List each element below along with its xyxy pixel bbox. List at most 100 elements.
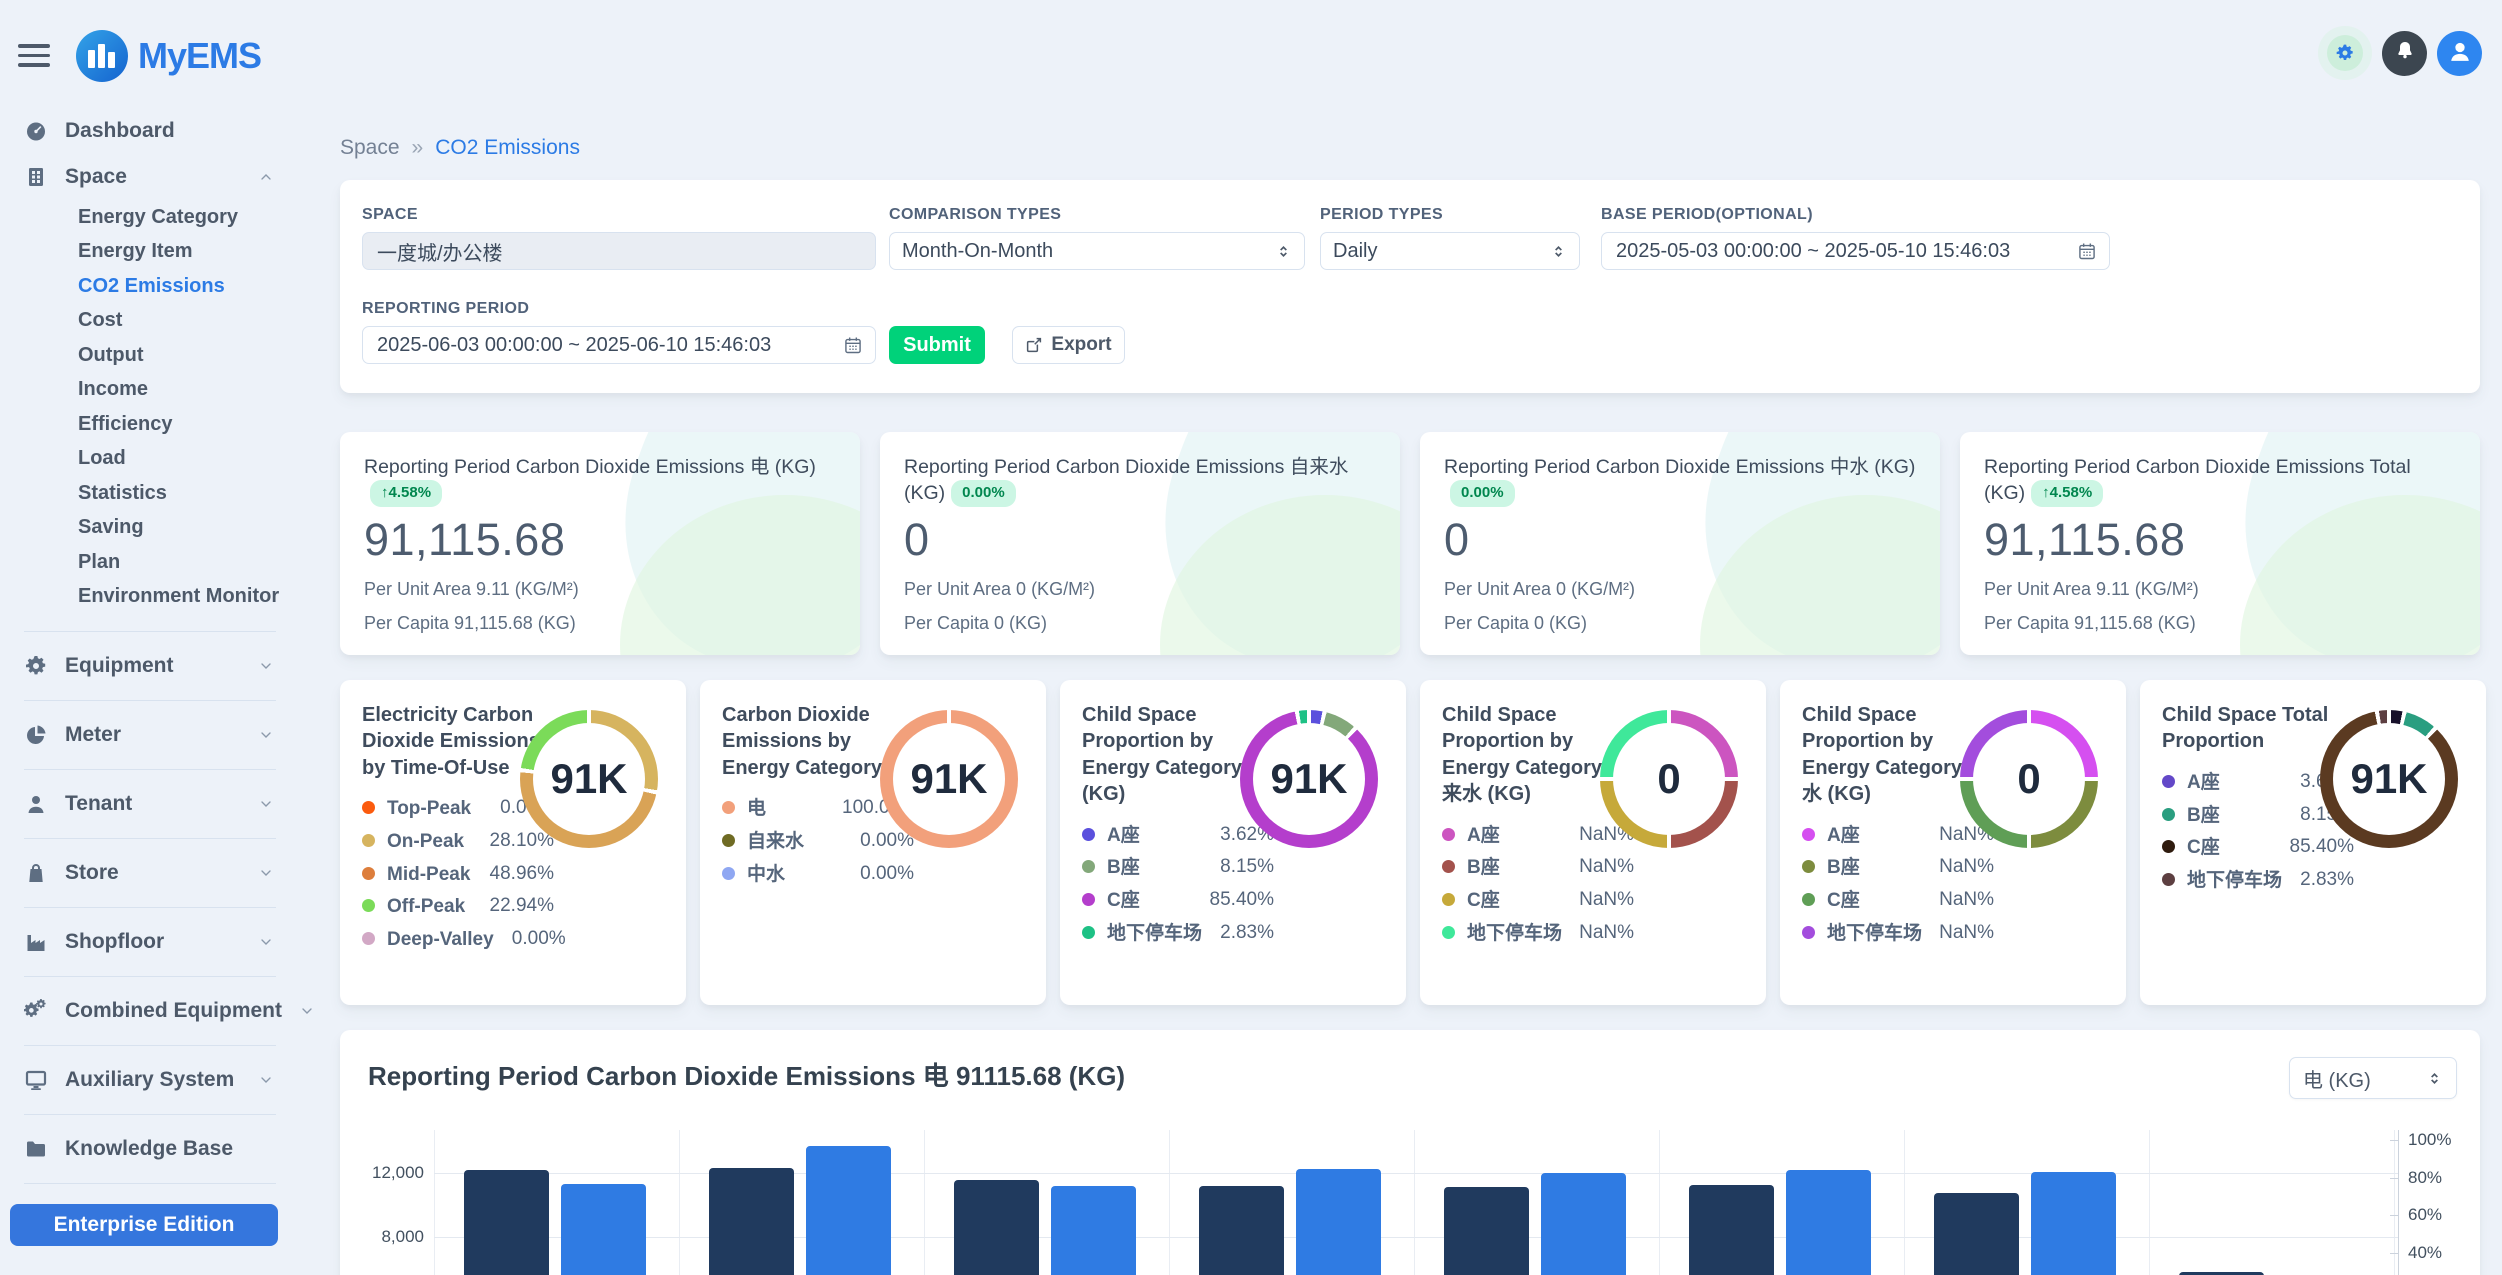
legend-color-dot [1802, 893, 1815, 906]
sidebar-item-plan[interactable]: Plan [0, 545, 300, 580]
legend-color-dot [2162, 775, 2175, 788]
stat-trend-badge: ↑4.58% [370, 480, 442, 506]
calendar-icon[interactable] [2077, 241, 2097, 261]
bar [1689, 1185, 1774, 1275]
sidebar-item-label: Store [65, 861, 119, 885]
legend-item[interactable]: Off-Peak22.94% [362, 895, 664, 919]
legend-item[interactable]: 中水0.00% [722, 863, 1024, 887]
sidebar-item-load[interactable]: Load [0, 442, 300, 477]
sidebar-item-store[interactable]: Store [0, 850, 300, 896]
export-label: Export [1051, 334, 1111, 356]
right-axis-tick-label: 40% [2408, 1243, 2442, 1263]
right-axis-tick [2390, 1140, 2398, 1141]
donut-card-5: Child Space Total ProportionA座3.62%B座8.1… [2140, 680, 2486, 1005]
legend-item[interactable]: B座8.15% [1082, 856, 1384, 880]
legend-item[interactable]: Deep-Valley0.00% [362, 928, 664, 952]
sidebar-item-co2-emissions[interactable]: CO2 Emissions [0, 269, 300, 304]
donut-chart: 0 [1600, 710, 1738, 848]
donut-card-1: Carbon Dioxide Emissions by Energy Categ… [700, 680, 1046, 1005]
stat-card-3: Reporting Period Carbon Dioxide Emission… [1960, 432, 2480, 655]
right-axis-tick-label: 100% [2408, 1130, 2451, 1150]
submit-button[interactable]: Submit [889, 326, 985, 364]
bar [464, 1170, 549, 1275]
person-icon [24, 792, 48, 816]
notifications-button[interactable] [2382, 31, 2427, 76]
chart-unit-select[interactable]: 电 (KG) [2289, 1057, 2457, 1099]
grid-line-vertical [1169, 1130, 1170, 1275]
legend-item[interactable]: C座NaN% [1442, 889, 1744, 913]
stat-per-unit-area: Per Unit Area 9.11 (KG/M²) [1984, 579, 2456, 600]
comparison-types-select[interactable]: Month-On-Month [889, 232, 1305, 270]
legend-item[interactable]: 地下停车场2.83% [2162, 869, 2464, 893]
sidebar-item-efficiency[interactable]: Efficiency [0, 407, 300, 442]
base-period-input[interactable] [1614, 239, 2069, 264]
donut-card-4: Child Space Proportion by Energy Categor… [1780, 680, 2126, 1005]
right-axis-tick-label: 60% [2408, 1205, 2442, 1225]
sidebar-item-saving[interactable]: Saving [0, 511, 300, 546]
comparison-types-label: COMPARISON TYPES [889, 206, 1061, 224]
enterprise-edition-button[interactable]: Enterprise Edition [10, 1204, 278, 1246]
sidebar-item-statistics[interactable]: Statistics [0, 476, 300, 511]
legend-item[interactable]: B座NaN% [1802, 856, 2104, 880]
folder-icon [24, 1137, 48, 1161]
grid-line-vertical [1904, 1130, 1905, 1275]
legend-label: 地下停车场 [1107, 922, 1202, 946]
sidebar-item-output[interactable]: Output [0, 338, 300, 373]
sidebar-item-meter[interactable]: Meter [0, 712, 300, 758]
legend-color-dot [1082, 926, 1095, 939]
sidebar-item-energy-item[interactable]: Energy Item [0, 235, 300, 270]
sidebar-item-space[interactable]: Space [0, 154, 300, 200]
legend-color-dot [1082, 828, 1095, 841]
legend-color-dot [1442, 893, 1455, 906]
chevron-down-icon [258, 934, 274, 950]
sidebar-divider [24, 1183, 276, 1184]
sidebar-item-energy-category[interactable]: Energy Category [0, 200, 300, 235]
donut-center-value: 91K [880, 710, 1018, 848]
sidebar-item-tenant[interactable]: Tenant [0, 781, 300, 827]
legend-item[interactable]: 地下停车场NaN% [1442, 922, 1744, 946]
sidebar-item-income[interactable]: Income [0, 373, 300, 408]
sidebar-divider [24, 700, 276, 701]
myems-logo[interactable]: MyEMS [76, 30, 261, 82]
legend-label: 地下停车场 [1467, 922, 1562, 946]
sidebar-divider [24, 907, 276, 908]
reporting-period-input[interactable] [375, 333, 835, 358]
export-button[interactable]: Export [1012, 326, 1125, 364]
settings-button[interactable] [2318, 26, 2372, 80]
user-avatar[interactable] [2437, 31, 2482, 76]
legend-color-dot [722, 834, 735, 847]
grid-line-vertical [2149, 1130, 2150, 1275]
sidebar-item-auxiliary-system[interactable]: Auxiliary System [0, 1057, 300, 1103]
select-arrows-icon [1275, 243, 1292, 260]
brand-name: MyEMS [138, 35, 261, 77]
hamburger-menu-icon[interactable] [18, 44, 50, 73]
sidebar-item-cost[interactable]: Cost [0, 304, 300, 339]
donut-card-3: Child Space Proportion by Energy Categor… [1420, 680, 1766, 1005]
legend-item[interactable]: C座NaN% [1802, 889, 2104, 913]
legend-value: 8.15% [1202, 856, 1274, 878]
legend-color-dot [1082, 860, 1095, 873]
legend-item[interactable]: 地下停车场NaN% [1802, 922, 2104, 946]
legend-label: 地下停车场 [2187, 869, 2282, 893]
sidebar-item-equipment[interactable]: Equipment [0, 643, 300, 689]
period-types-select[interactable]: Daily [1320, 232, 1580, 270]
calendar-icon[interactable] [843, 335, 863, 355]
sidebar-item-environment-monitor[interactable]: Environment Monitor [0, 580, 300, 615]
y-axis-tick-label: 8,000 [352, 1227, 424, 1247]
bar [709, 1168, 794, 1275]
legend-item[interactable]: C座85.40% [1082, 889, 1384, 913]
sidebar-item-label: Knowledge Base [65, 1137, 233, 1161]
right-axis-tick [2390, 1215, 2398, 1216]
sidebar-item-knowledge-base[interactable]: Knowledge Base [0, 1126, 300, 1172]
space-input[interactable] [375, 239, 863, 264]
sidebar-item-shopfloor[interactable]: Shopfloor [0, 919, 300, 965]
legend-item[interactable]: Mid-Peak48.96% [362, 863, 664, 887]
legend-item[interactable]: B座NaN% [1442, 856, 1744, 880]
sidebar-item-combined-equipment[interactable]: Combined Equipment [0, 988, 300, 1034]
sidebar-item-label: Dashboard [65, 119, 175, 143]
sidebar-item-dashboard[interactable]: Dashboard [0, 108, 300, 154]
navbar-actions [2318, 26, 2482, 80]
legend-item[interactable]: 地下停车场2.83% [1082, 922, 1384, 946]
breadcrumb-current[interactable]: CO2 Emissions [435, 136, 580, 160]
breadcrumb-parent: Space [340, 136, 400, 160]
